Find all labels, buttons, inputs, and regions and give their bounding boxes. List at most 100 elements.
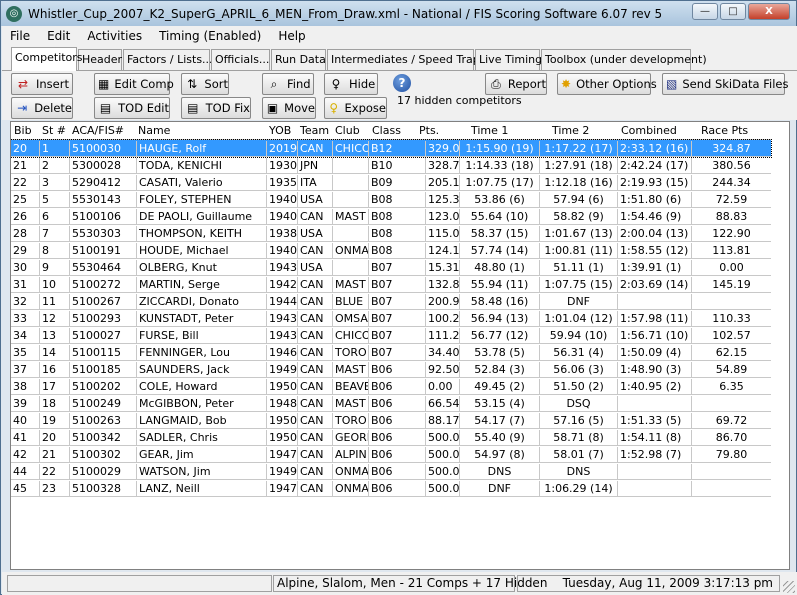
expose-button[interactable]: ♀ Expose bbox=[324, 97, 387, 119]
tab-header[interactable]: Header bbox=[78, 49, 122, 70]
sort-button[interactable]: ⇅ Sort bbox=[181, 73, 229, 95]
table-cell: B06 bbox=[368, 362, 425, 378]
table-cell: MAST bbox=[332, 209, 368, 225]
table-row[interactable]: 28 7 5530303 THOMPSON, KEITH 1938 USA B08 115.0… bbox=[11, 225, 771, 242]
table-row[interactable]: 2125300028TODA, KENICHI1930JPNB10328.741… bbox=[11, 157, 771, 174]
table-cell bbox=[691, 464, 771, 480]
table-cell: CAN bbox=[297, 481, 332, 497]
column-header[interactable]: Time 2 bbox=[552, 124, 589, 137]
status-summary: Alpine, Slalom, Men - 21 Comps + 17 Hidd… bbox=[273, 575, 547, 592]
table-row[interactable]: 39 18 5100249 McGIBBON, Peter 1948 CAN MAST B06… bbox=[11, 395, 771, 412]
table-cell: MARTIN, Serge bbox=[136, 277, 266, 293]
column-header[interactable]: Team bbox=[300, 124, 329, 137]
table-row[interactable]: 32 11 5100267 ZICCARDI, Donato 1944 CAN BLUE B0… bbox=[11, 293, 771, 310]
table-cell: LANGMAID, Bob bbox=[136, 413, 266, 429]
table-cell: 2 bbox=[39, 158, 69, 174]
table-cell: 1943 bbox=[266, 311, 297, 327]
delete-button[interactable]: ⇥ Delete bbox=[11, 97, 73, 119]
table-cell: 12 bbox=[39, 311, 69, 327]
column-header[interactable]: Bib bbox=[14, 124, 32, 137]
table-cell: 1944 bbox=[266, 294, 297, 310]
table-cell: 5530303 bbox=[69, 226, 136, 242]
column-header[interactable]: Combined bbox=[621, 124, 677, 137]
table-cell: B06 bbox=[368, 430, 425, 446]
edit-comp-button[interactable]: ▦ Edit Comp bbox=[94, 73, 174, 95]
resize-grip[interactable] bbox=[783, 581, 795, 593]
tab-run-data[interactable]: Run Data bbox=[271, 49, 326, 70]
table-row[interactable]: 38 17 5100202 COLE, Howard 1950 CAN BEAVE B06 0.… bbox=[11, 378, 771, 395]
table-row[interactable]: 31 10 5100272 MARTIN, Serge 1942 CAN MAST B07 13… bbox=[11, 276, 771, 293]
column-header[interactable]: YOB bbox=[269, 124, 291, 137]
table-cell: CAN bbox=[297, 141, 332, 157]
table-row[interactable]: 25 55530143FOLEY, STEPHEN1940USA B08125.37… bbox=[11, 191, 771, 208]
table-row[interactable]: 42 21 5100302 GEAR, Jim 1947 CAN ALPIN B06 500.0… bbox=[11, 446, 771, 463]
help-button[interactable]: ? bbox=[393, 74, 411, 92]
table-cell: 33 bbox=[13, 312, 27, 325]
column-header[interactable]: Race Pts bbox=[701, 124, 748, 137]
table-cell: B07 bbox=[368, 277, 425, 293]
table-cell: B07 bbox=[368, 345, 425, 361]
menu-activities[interactable]: Activities bbox=[79, 29, 151, 43]
maximize-button[interactable]: □ bbox=[720, 3, 746, 20]
tod-edit-button[interactable]: ▤ TOD Edit bbox=[94, 97, 170, 119]
find-button[interactable]: ⌕ Find bbox=[262, 73, 314, 95]
column-header[interactable]: Club bbox=[335, 124, 360, 137]
table-cell: 113.81 bbox=[691, 243, 771, 259]
table-cell: 58.82 (9) bbox=[539, 209, 617, 225]
table-cell: ONMA bbox=[332, 243, 368, 259]
table-cell: 54.97 (8) bbox=[459, 447, 539, 463]
table-row[interactable]: 45 23 5100328 LANZ, Neill 1947 CAN ONMA B06 500.… bbox=[11, 480, 771, 497]
calculator-icon: ▤ bbox=[187, 101, 199, 115]
table-cell: 35 bbox=[13, 346, 27, 359]
tab-factors-lists[interactable]: Factors / Lists... bbox=[123, 49, 213, 70]
column-header[interactable]: Pts. bbox=[419, 124, 439, 137]
menu-help[interactable]: Help bbox=[270, 29, 314, 43]
table-row[interactable]: 33 12 5100293 KUNSTADT, Peter 1943 CAN OMSA B07… bbox=[11, 310, 771, 327]
table-cell: OLBERG, Knut bbox=[136, 260, 266, 276]
close-button[interactable]: X bbox=[748, 3, 790, 20]
column-header[interactable]: ACA/FIS# bbox=[72, 124, 124, 137]
table-row[interactable]: 41 20 5100342 SADLER, Chris 1950 CAN GEORI B06 5… bbox=[11, 429, 771, 446]
table-cell: ALPIN bbox=[332, 447, 368, 463]
table-row[interactable]: 29 8 5100191 HOUDE, Michael 1940 CAN ONMA B08 12… bbox=[11, 242, 771, 259]
other-options-button[interactable]: ✸ Other Options bbox=[557, 73, 657, 95]
insert-button[interactable]: ⇄ Insert bbox=[11, 73, 73, 95]
table-row[interactable]: 26 6 5100106 DE PAOLI, Guillaume 1940 CAN MAST… bbox=[11, 208, 771, 225]
table-cell: 53.78 (5) bbox=[459, 345, 539, 361]
tab-officials[interactable]: Officials... bbox=[211, 49, 270, 70]
tab-live-timing[interactable]: Live Timing bbox=[475, 49, 542, 70]
table-row[interactable]: 30 9 5530464 OLBERG, Knut 1943 USA B07 15.31 48.… bbox=[11, 259, 771, 276]
column-header[interactable]: Class bbox=[372, 124, 401, 137]
table-row[interactable]: 22 3 5290412 CASATI, Valerio 1935 ITA B09 205.1… bbox=[11, 174, 771, 191]
edit-comp-label: Edit Comp bbox=[114, 77, 174, 91]
table-cell: 56.77 (12) bbox=[459, 328, 539, 344]
table-row[interactable]: 40 19 5100263 LANGMAID, Bob 1950 CAN TORO B06 88… bbox=[11, 412, 771, 429]
send-skidata-button[interactable]: ▧ Send SkiData Files bbox=[662, 73, 788, 95]
delete-icon: ⇥ bbox=[17, 101, 28, 115]
table-row-selected[interactable]: 20 1 5100030 HAUGE, Rolf 2019 CAN CHICO B12 329.… bbox=[11, 139, 772, 158]
tab-competitors[interactable]: Competitors bbox=[11, 47, 83, 71]
hide-button[interactable]: ♀ Hide bbox=[324, 73, 378, 95]
column-header[interactable]: Name bbox=[138, 124, 170, 137]
move-button[interactable]: ▣ Move bbox=[262, 97, 316, 119]
table-row[interactable]: 34 13 5100027 FURSE, Bill 1943 CAN CHICO B07 111… bbox=[11, 327, 771, 344]
table-cell: 45 bbox=[13, 482, 27, 495]
table-row[interactable]: 35 14 5100115 FENNINGER, Lou 1946 CAN TORO B07 3… bbox=[11, 344, 771, 361]
minimize-button[interactable]: — bbox=[692, 3, 718, 20]
table-row[interactable]: 44 22 5100029 WATSON, Jim 1949 CAN ONMA B06 500.… bbox=[11, 463, 771, 480]
report-button[interactable]: ⎙ Report bbox=[485, 73, 547, 95]
table-cell: 1:40.95 (2) bbox=[617, 379, 691, 395]
column-header[interactable]: Time 1 bbox=[471, 124, 508, 137]
menu-file[interactable]: File bbox=[2, 29, 39, 43]
tab-toolbox[interactable]: Toolbox (under development) bbox=[541, 49, 707, 70]
tab-intermediates[interactable]: Intermediates / Speed Traps bbox=[327, 49, 485, 70]
table-row[interactable]: 37 16 5100185 SAUNDERS, Jack 1949 CAN MAST B06 9… bbox=[11, 361, 771, 378]
table-cell: 1:48.90 (3) bbox=[617, 362, 691, 378]
menu-timing[interactable]: Timing (Enabled) bbox=[151, 29, 270, 43]
column-header[interactable]: St # bbox=[42, 124, 66, 137]
tod-fix-button[interactable]: ▤ TOD Fix bbox=[181, 97, 251, 119]
table-cell: 1948 bbox=[266, 396, 297, 412]
menu-edit[interactable]: Edit bbox=[39, 29, 79, 43]
table-cell bbox=[332, 260, 368, 276]
table-cell: 1:01.04 (12) bbox=[539, 311, 617, 327]
